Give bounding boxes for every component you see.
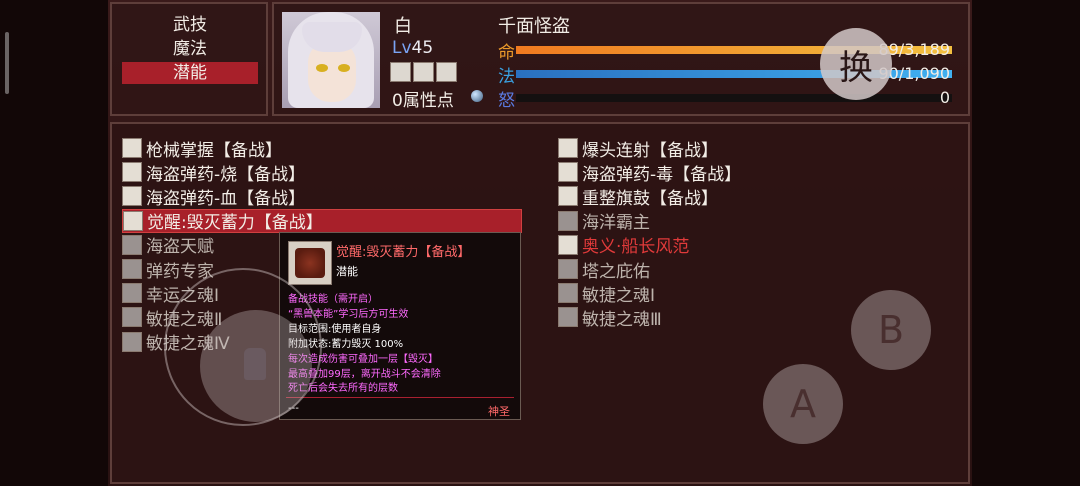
skill-row[interactable]: 海盗弹药-烧【备战】 (122, 160, 522, 185)
skill-label: 海盗弹药-血【备战】 (146, 188, 306, 209)
tooltip-type: 潜能 (336, 265, 358, 278)
tooltip-line: 最高叠加99层，离开战斗不会清除 (288, 368, 441, 380)
awaken-icon (123, 210, 143, 231)
ammo-burn-icon (122, 162, 142, 183)
ammo-icon (122, 259, 142, 280)
skill-row[interactable]: 重整旗鼓【备战】 (558, 184, 938, 209)
tooltip-divider (286, 397, 514, 398)
swap-button[interactable]: 换 (820, 28, 892, 100)
character-name: 白 (394, 16, 412, 37)
skill-label: 海盗天赋 (146, 237, 214, 258)
tower-icon (558, 259, 578, 280)
skill-label: 觉醒:毁灭蓄力【备战】 (147, 213, 323, 234)
soul-icon (122, 331, 142, 352)
skill-row[interactable]: 海盗弹药-毒【备战】 (558, 160, 938, 185)
player-sprite (244, 348, 266, 380)
skill-row[interactable]: 觉醒:毁灭蓄力【备战】 (122, 208, 522, 234)
tooltip-element: 神圣 (488, 405, 510, 418)
gun-icon (122, 138, 142, 159)
skill-row[interactable]: 海洋霸主 (558, 209, 938, 233)
awaken-icon (288, 241, 332, 285)
soul-icon (558, 307, 578, 328)
gun-icon[interactable] (390, 62, 411, 82)
skill-label: 海盗弹药-毒【备战】 (582, 164, 742, 185)
skill-row[interactable]: 枪械掌握【备战】 (122, 136, 522, 161)
skill-label: 海洋霸主 (582, 213, 650, 234)
skill-row[interactable]: 塔之庇佑 (558, 257, 938, 282)
crosshair-icon[interactable] (413, 62, 434, 82)
menu-item-martial[interactable]: 武技 (122, 14, 258, 36)
wave-icon (558, 210, 578, 231)
ammo-icon[interactable] (436, 62, 457, 82)
skull-icon (122, 234, 142, 255)
skill-label: 奥义·船长风范 (582, 237, 690, 258)
rage-value: 0 (939, 88, 950, 107)
left-edge (0, 0, 110, 486)
skill-label: 重整旗鼓【备战】 (582, 188, 718, 209)
level-value: 45 (411, 38, 434, 58)
mp-label: 法 (498, 67, 515, 87)
right-edge (970, 0, 1080, 486)
ammo-poison-icon (558, 162, 578, 183)
captain-icon (558, 234, 578, 255)
character-title: 千面怪盗 (498, 16, 570, 37)
skill-row[interactable]: 海盗弹药-血【备战】 (122, 184, 522, 209)
tooltip-line: “黑兽本能”学习后方可生效 (288, 308, 409, 320)
a-button[interactable]: A (763, 364, 843, 444)
level-prefix: Lv (392, 38, 412, 58)
scroll-indicator (5, 32, 9, 94)
tooltip-line: 死亡后会失去所有的层数 (288, 383, 398, 395)
rage-bar (516, 94, 952, 102)
tooltip-line: 每次造成伤害可叠加一层【毁灭】 (288, 353, 438, 365)
tooltip-title: 觉醒:毁灭蓄力【备战】 (336, 245, 471, 260)
menu-item-magic[interactable]: 魔法 (122, 38, 258, 60)
skill-label: 海盗弹药-烧【备战】 (146, 164, 306, 185)
flag-icon (558, 186, 578, 207)
crosshair-icon (558, 138, 578, 159)
equipment-icons (390, 62, 457, 82)
b-button[interactable]: B (851, 290, 931, 370)
rage-label: 怒 (498, 91, 515, 111)
orb-icon (471, 90, 483, 102)
hp-label: 命 (498, 43, 515, 63)
skill-label: 敏捷之魂Ⅰ (582, 285, 656, 306)
ammo-blood-icon (122, 186, 142, 207)
soul-icon (122, 283, 142, 304)
skill-label: 枪械掌握【备战】 (146, 140, 282, 161)
skill-label: 塔之庇佑 (582, 261, 650, 282)
character-portrait (282, 12, 380, 108)
skill-row[interactable]: 爆头连射【备战】 (558, 136, 938, 161)
skill-row[interactable]: 奥义·船长风范 (558, 233, 938, 257)
soul-icon (558, 283, 578, 304)
menu-item-potential[interactable]: 潜能 (122, 62, 258, 84)
skill-label: 爆头连射【备战】 (582, 140, 718, 161)
tooltip-line: 目标范围:使用者自身 (288, 323, 382, 335)
attribute-points: 0属性点 (392, 91, 454, 111)
skill-label: 敏捷之魂Ⅲ (582, 309, 662, 330)
character-level: Lv45 (392, 38, 433, 58)
soul-icon (122, 307, 142, 328)
tooltip-line: 备战技能（需开启） (288, 294, 378, 305)
